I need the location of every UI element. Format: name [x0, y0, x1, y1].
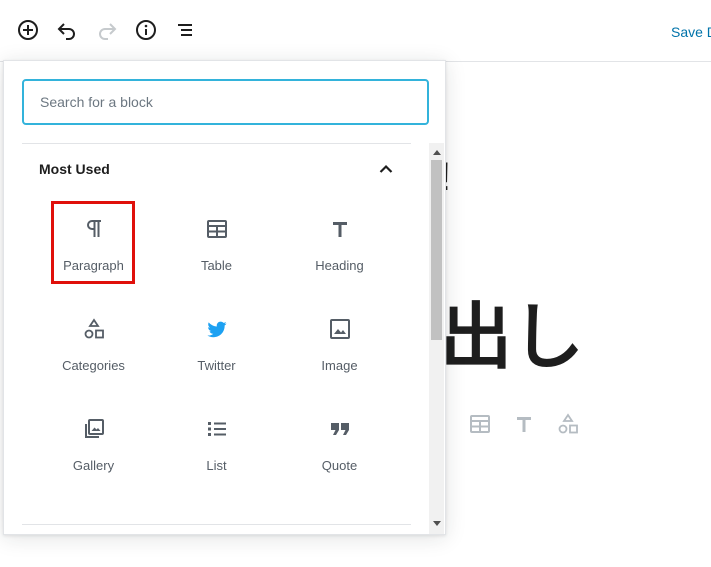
info-icon[interactable]	[134, 18, 158, 42]
block-label: Image	[321, 358, 358, 373]
editor-heading-text: 出し	[440, 295, 585, 379]
chevron-up-icon[interactable]	[376, 159, 396, 179]
block-label: Categories	[62, 358, 125, 373]
paragraph-icon	[82, 217, 106, 241]
block-item-paragraph[interactable]: Paragraph	[32, 199, 155, 299]
block-label: List	[206, 458, 227, 473]
redo-icon[interactable]	[95, 18, 119, 42]
divider	[22, 143, 411, 144]
twitter-icon	[205, 317, 229, 341]
block-label: Heading	[315, 258, 364, 273]
divider	[22, 524, 411, 525]
block-inserter-popover: Most Used Paragraph Table Heading	[3, 60, 446, 535]
heading-icon[interactable]	[512, 412, 536, 436]
block-label: Gallery	[72, 458, 115, 473]
scroll-up-arrow-icon[interactable]	[429, 146, 444, 158]
quote-icon	[328, 417, 352, 441]
block-item-quote[interactable]: Quote	[278, 399, 401, 499]
table-icon[interactable]	[468, 412, 492, 436]
block-label: Table	[200, 258, 233, 273]
block-item-table[interactable]: Table	[155, 199, 278, 299]
block-item-list[interactable]: List	[155, 399, 278, 499]
block-item-gallery[interactable]: Gallery	[32, 399, 155, 499]
block-navigation-icon[interactable]	[173, 18, 197, 42]
block-item-categories[interactable]: Categories	[32, 299, 155, 399]
undo-icon[interactable]	[55, 18, 79, 42]
add-block-icon[interactable]	[16, 18, 40, 42]
block-item-heading[interactable]: Heading	[278, 199, 401, 299]
block-item-twitter[interactable]: Twitter	[155, 299, 278, 399]
categories-icon	[82, 317, 106, 341]
categories-icon[interactable]	[556, 412, 580, 436]
list-icon	[205, 417, 229, 441]
scrollbar[interactable]	[429, 143, 444, 534]
heading-icon	[328, 217, 352, 241]
block-label: Paragraph	[63, 258, 124, 273]
block-list: Paragraph Table Heading Categories Twitt…	[32, 199, 402, 499]
block-search-input[interactable]	[22, 79, 429, 125]
panel-title: Most Used	[39, 161, 110, 177]
gallery-icon	[82, 417, 106, 441]
block-search	[22, 79, 429, 125]
block-label: Quote	[321, 458, 358, 473]
block-item-image[interactable]: Image	[278, 299, 401, 399]
block-label: Twitter	[197, 358, 236, 373]
most-used-panel-toggle[interactable]: Most Used	[22, 151, 411, 187]
table-icon	[205, 217, 229, 241]
editor-toolbar: Save D	[0, 0, 711, 62]
image-icon	[328, 317, 352, 341]
scroll-down-arrow-icon[interactable]	[429, 517, 444, 529]
save-draft-button[interactable]: Save D	[671, 24, 711, 40]
scrollbar-thumb[interactable]	[431, 160, 442, 340]
